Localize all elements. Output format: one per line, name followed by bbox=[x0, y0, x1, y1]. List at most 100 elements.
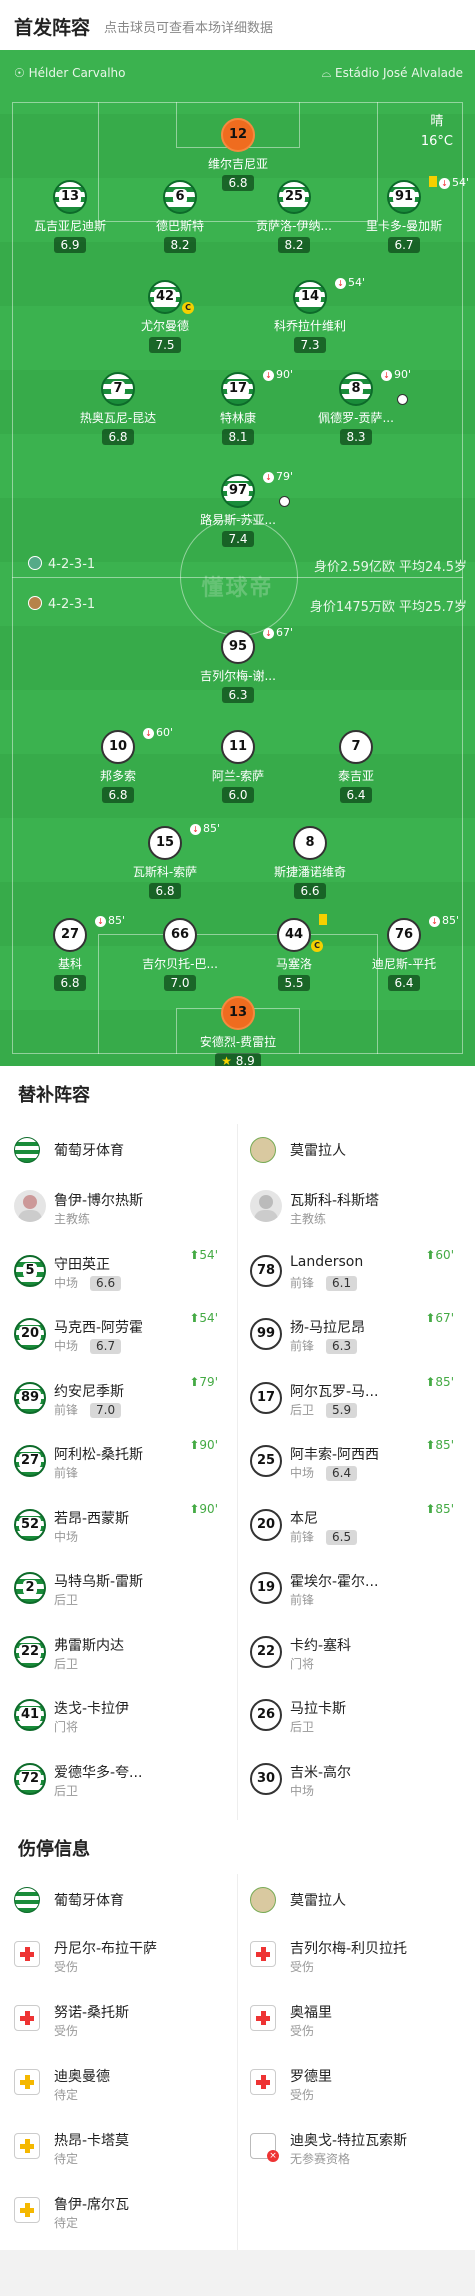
injury-row[interactable]: 罗德里 受伤 bbox=[250, 2054, 460, 2116]
suspension-icon: × bbox=[250, 2133, 279, 2162]
jersey-icon: 66 bbox=[163, 918, 197, 952]
away-value: 身价1475万欧 平均25.7岁 bbox=[309, 600, 467, 615]
sub-row-away[interactable]: 25 阿丰索-阿西西 中场 6.4 ⬆85' bbox=[250, 1432, 460, 1494]
sub-position: 前锋 6.1 bbox=[290, 1274, 358, 1291]
sub-row-away[interactable]: 78 Landerson 前锋 6.1 ⬆60' bbox=[250, 1242, 460, 1304]
yellow-card-icon bbox=[319, 914, 327, 925]
pitch: ☉ Hélder Carvalho ⌓ Estádio José Alvalad… bbox=[0, 50, 475, 1066]
player-name: 斯捷潘诺维奇 bbox=[273, 865, 346, 879]
injured-player-name: 吉列尔梅-利贝拉托 bbox=[290, 1941, 408, 1957]
injury-row[interactable]: 鲁伊-席尔瓦 待定 bbox=[14, 2182, 224, 2244]
sub-row-away[interactable]: 30 吉米-高尔 中场 bbox=[250, 1750, 460, 1812]
sub-row-home[interactable]: 鲁伊-博尔热斯 主教练 bbox=[14, 1178, 224, 1240]
injury-row[interactable]: 热昂-卡塔莫 待定 bbox=[14, 2118, 224, 2180]
home-player[interactable]: 25 贡萨洛-伊纳... 8.2 bbox=[239, 180, 349, 253]
player-name: 基科 bbox=[57, 957, 82, 971]
sub-row-away[interactable]: 20 本尼 前锋 6.5 ⬆85' bbox=[250, 1496, 460, 1558]
player-rating: 6.6 bbox=[294, 883, 326, 899]
injury-status: 受伤 bbox=[290, 2088, 315, 2102]
away-player[interactable]: 76 ↓ 85' 迪尼斯-平托 6.4 bbox=[349, 914, 459, 991]
jersey-number: 13 bbox=[58, 189, 82, 204]
sub-row-home[interactable]: 20 马克西-阿劳霍 中场 6.7 ⬆54' bbox=[14, 1305, 224, 1367]
away-player[interactable]: 44 C 马塞洛 5.5 bbox=[239, 914, 349, 991]
sub-row-away[interactable]: 17 阿尔瓦罗-马... 后卫 5.9 ⬆85' bbox=[250, 1369, 460, 1431]
home-player[interactable]: 42 C 尤尔曼德 7.5 bbox=[110, 280, 220, 353]
medical-cross-icon bbox=[250, 1941, 276, 1967]
away-player[interactable]: 10 ↓ 60' 邦多索 6.8 bbox=[63, 726, 173, 803]
sub-row-home[interactable]: 72 爱德华多-夸... 后卫 bbox=[14, 1750, 224, 1812]
injury-status: 待定 bbox=[54, 2152, 79, 2166]
player-rating: 6.8 bbox=[102, 787, 134, 803]
injury-row[interactable]: × 迪奥戈-特拉瓦索斯 无参赛资格 bbox=[250, 2118, 460, 2180]
away-player[interactable]: 7 泰吉亚 6.4 bbox=[301, 730, 411, 803]
home-player[interactable]: 6 德巴斯特 8.2 bbox=[125, 180, 235, 253]
sub-rating: 6.4 bbox=[326, 1466, 358, 1481]
sub-marker: ↓ 85' bbox=[95, 914, 125, 927]
sub-name: 瓦斯科-科斯塔 bbox=[290, 1193, 380, 1209]
sub-out-icon: ↓ bbox=[335, 278, 346, 289]
subs-away-team[interactable]: 莫雷拉人 bbox=[250, 1124, 460, 1174]
sub-row-home[interactable]: 5 守田英正 中场 6.6 ⬆54' bbox=[14, 1242, 224, 1304]
sub-in-marker: ⬆54' bbox=[189, 1247, 218, 1262]
sub-position: 前锋 6.3 bbox=[290, 1337, 358, 1354]
sub-row-away[interactable]: 22 卡约-塞科 门将 bbox=[250, 1623, 460, 1685]
sub-row-home[interactable]: 2 马特乌斯-雷斯 后卫 bbox=[14, 1559, 224, 1621]
home-player[interactable]: 14 ↓ 54' 科乔拉什维利 7.3 bbox=[255, 276, 365, 353]
injury-row[interactable]: 吉列尔梅-利贝拉托 受伤 bbox=[250, 1926, 460, 1988]
home-player[interactable]: 13 瓦吉亚尼迪斯 6.9 bbox=[15, 180, 125, 253]
sub-row-home[interactable]: 41 迭戈-卡拉伊 门将 bbox=[14, 1686, 224, 1748]
injuries-section: 伤停信息 葡萄牙体育 莫雷拉人 丹尼尔-布拉干萨 受伤 努诺-桑托斯 受伤 迪奥曼德 待定… bbox=[0, 1820, 475, 2250]
injury-row[interactable]: 奥福里 受伤 bbox=[250, 1990, 460, 2052]
away-player[interactable]: 27 ↓ 85' 基科 6.8 bbox=[15, 914, 125, 991]
jersey-icon: 76 bbox=[387, 918, 421, 952]
away-player[interactable]: 13 安德烈-费雷拉 ★ 8.9 bbox=[183, 996, 293, 1066]
sub-position: 后卫 bbox=[54, 1593, 79, 1607]
sub-in-icon: ⬆ bbox=[189, 1501, 200, 1516]
jersey-number: 6 bbox=[173, 189, 187, 204]
home-player[interactable]: 8 ↓ 90' 佩德罗-贡萨... 8.3 bbox=[301, 368, 411, 445]
sub-in-icon: ⬆ bbox=[189, 1311, 200, 1325]
sub-row-away[interactable]: 瓦斯科-科斯塔 主教练 bbox=[250, 1178, 460, 1240]
player-name: 佩德罗-贡萨... bbox=[318, 411, 394, 425]
jersey-icon: 8 bbox=[339, 372, 408, 406]
injury-row[interactable]: 丹尼尔-布拉干萨 受伤 bbox=[14, 1926, 224, 1988]
sub-row-away[interactable]: 19 霍埃尔-霍尔... 前锋 bbox=[250, 1559, 460, 1621]
sub-position: 后卫 bbox=[54, 1656, 79, 1671]
sub-out-icon: ↓ bbox=[263, 628, 274, 639]
home-player[interactable]: 7 热奥瓦尼-昆达 6.8 bbox=[63, 372, 173, 445]
sub-position: 主教练 bbox=[290, 1212, 327, 1226]
jersey-number: 44 bbox=[284, 927, 304, 942]
injury-status: 待定 bbox=[54, 2088, 79, 2102]
sub-name: 本尼 bbox=[290, 1510, 318, 1527]
injury-row[interactable]: 迪奥曼德 待定 bbox=[14, 2054, 224, 2116]
sub-row-home[interactable]: 52 若昂-西蒙斯 中场 ⬆90' bbox=[14, 1496, 224, 1558]
injury-row[interactable]: 努诺-桑托斯 受伤 bbox=[14, 1990, 224, 2052]
home-player[interactable]: 91 ↓ 54' 里卡多-曼加斯 6.7 bbox=[349, 176, 469, 253]
sub-out-icon: ↓ bbox=[143, 728, 154, 739]
injuries-home-team[interactable]: 葡萄牙体育 bbox=[14, 1874, 224, 1924]
sub-row-away[interactable]: 26 马拉卡斯 后卫 bbox=[250, 1686, 460, 1748]
injuries-away-team[interactable]: 莫雷拉人 bbox=[250, 1874, 460, 1924]
player-rating: 7.3 bbox=[294, 337, 326, 353]
sub-row-away[interactable]: 99 扬-马拉尼昂 前锋 6.3 ⬆67' bbox=[250, 1305, 460, 1367]
subs-home-team[interactable]: 葡萄牙体育 bbox=[14, 1124, 224, 1174]
away-player[interactable]: 11 阿兰-索萨 6.0 bbox=[183, 730, 293, 803]
sub-position: 中场 6.7 bbox=[54, 1337, 122, 1354]
player-rating: 6.8 bbox=[54, 975, 86, 991]
home-player[interactable]: 17 ↓ 90' 特林康 8.1 bbox=[183, 368, 293, 445]
sub-name: 吉米-高尔 bbox=[290, 1764, 352, 1781]
sub-row-home[interactable]: 22 弗雷斯内达 后卫 bbox=[14, 1623, 224, 1685]
player-name: 尤尔曼德 bbox=[140, 319, 189, 333]
away-player[interactable]: 15 ↓ 85' 瓦斯科-索萨 6.8 bbox=[110, 822, 220, 899]
weather: 晴 16°C bbox=[420, 114, 453, 149]
sub-marker: ↓ 54' bbox=[429, 176, 469, 189]
away-player[interactable]: 66 吉尔贝托-巴... 7.0 bbox=[125, 918, 235, 991]
medical-cross-icon bbox=[14, 2005, 40, 2031]
home-player[interactable]: 97 ↓ 79' 路易斯-苏亚... 7.4 bbox=[183, 470, 293, 547]
away-player[interactable]: 95 ↓ 67' 吉列尔梅-谢... 6.3 bbox=[183, 626, 293, 703]
jersey-number: 76 bbox=[394, 927, 414, 942]
sub-row-home[interactable]: 27 阿利松-桑托斯 前锋 ⬆90' bbox=[14, 1432, 224, 1494]
sub-row-home[interactable]: 89 约安尼季斯 前锋 7.0 ⬆79' bbox=[14, 1369, 224, 1431]
away-player[interactable]: 8 斯捷潘诺维奇 6.6 bbox=[255, 826, 365, 899]
injured-player-name: 奥福里 bbox=[290, 2005, 332, 2021]
